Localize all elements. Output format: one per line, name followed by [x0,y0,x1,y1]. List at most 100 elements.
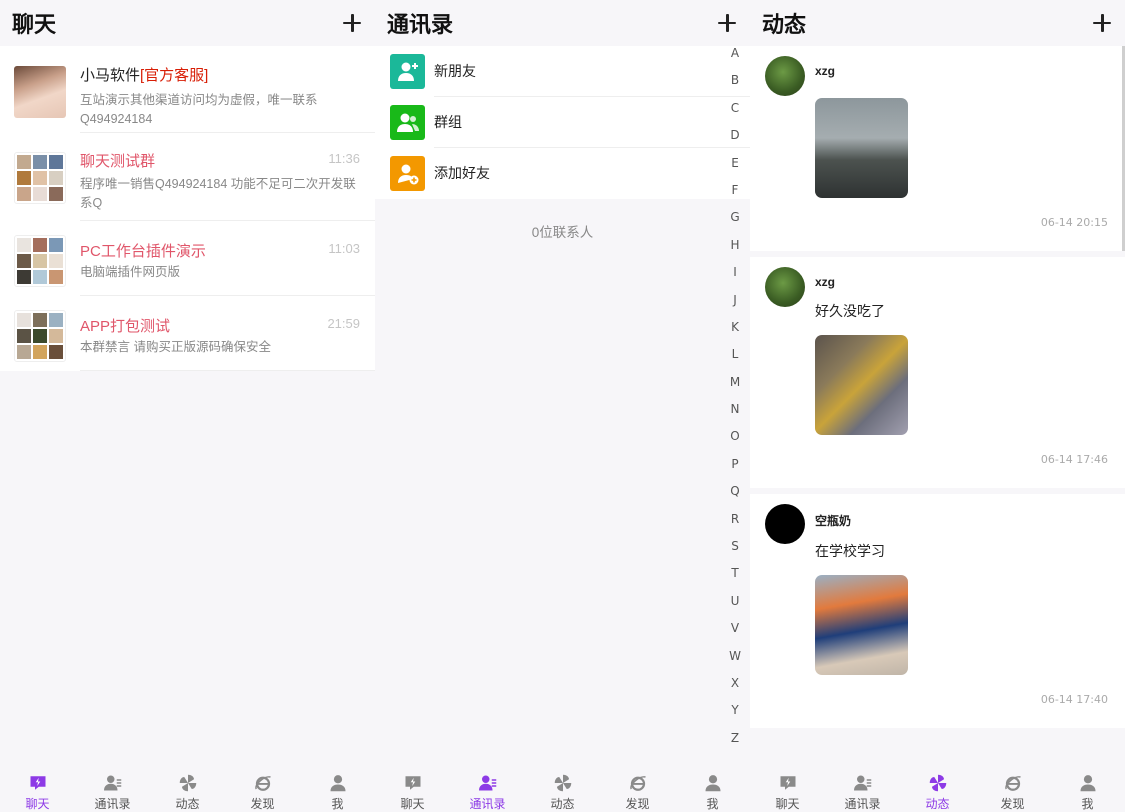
chat-name: 小马软件[官方客服] [80,67,209,84]
post-photo[interactable] [815,335,908,435]
index-letter[interactable]: L [723,347,747,374]
index-letter[interactable]: H [723,238,747,265]
user-icon [705,775,720,792]
index-letter[interactable]: G [723,210,747,237]
index-letter[interactable]: I [723,265,747,292]
chat-list: 小马软件[官方客服] 互站演示其他渠道访问均为虚假，唯一联系Q494924184… [0,46,375,371]
post-photo[interactable] [815,575,908,675]
row-label: 添加好友 [434,165,490,181]
post: xzg 06-14 20:15 [750,46,1125,257]
groups-row[interactable]: 群组 [375,97,750,148]
post-time: 06-14 20:15 [1040,216,1108,229]
tab-me[interactable]: 我 [675,762,750,812]
tab-moments[interactable]: 动态 [900,762,975,812]
contacts-icon [853,775,871,791]
index-letter[interactable]: S [723,539,747,566]
post-author[interactable]: 空瓶奶 [815,494,1125,529]
post-time: 06-14 17:40 [1040,693,1108,706]
chat-preview: 本群禁言 请购买正版源码确保安全 [80,340,271,354]
page-title: 动态 [762,13,807,38]
index-letter[interactable]: R [723,512,747,539]
avatar [14,66,66,118]
index-letter[interactable]: B [723,73,747,100]
tab-contacts[interactable]: 通讯录 [450,762,525,812]
chat-icon [30,776,45,790]
index-letter[interactable]: Q [723,484,747,511]
avatar[interactable] [765,56,805,96]
add-friend-icon [390,156,425,191]
tab-discover[interactable]: 发现 [975,762,1050,812]
moments-screen: 动态 xzg 06-14 20:15 xzg 好久没吃了 06-14 17:46… [750,0,1125,812]
index-letter[interactable]: W [723,649,747,676]
chat-item[interactable]: APP打包测试 21:59 本群禁言 请购买正版源码确保安全 [0,296,375,371]
avatar[interactable] [765,267,805,307]
plus-icon[interactable] [1092,13,1112,33]
index-letter[interactable]: Z [723,731,747,758]
tab-contacts[interactable]: 通讯录 [825,762,900,812]
plus-icon[interactable] [342,13,362,33]
avatar[interactable] [765,504,805,544]
page-title: 聊天 [12,13,57,38]
index-letter[interactable]: V [723,621,747,648]
post-author[interactable]: xzg [815,257,1125,289]
tab-me[interactable]: 我 [300,762,375,812]
add-friend-row[interactable]: 添加好友 [375,148,750,199]
index-letter[interactable]: N [723,402,747,429]
bottom-nav: 聊天 通讯录 动态 发现 我 [0,762,375,812]
page-title: 通讯录 [387,13,454,38]
index-letter[interactable]: C [723,101,747,128]
post-photo[interactable] [815,98,908,198]
index-letter[interactable]: Y [723,703,747,730]
index-letter[interactable]: D [723,128,747,155]
chat-item[interactable]: PC工作台插件演示 11:03 电脑端插件网页版 [0,221,375,296]
chat-item[interactable]: 小马软件[官方客服] 互站演示其他渠道访问均为虚假，唯一联系Q494924184 [0,46,375,133]
chat-header: 聊天 [0,0,375,46]
index-letter[interactable]: P [723,457,747,484]
tab-moments[interactable]: 动态 [525,762,600,812]
index-letter[interactable]: U [723,594,747,621]
post-text: 在学校学习 [815,543,885,559]
contacts-screen: 通讯录 新朋友 群组 添加好友 0位联系人 ABCDEFGHIJKLMNOPQR… [375,0,750,812]
chat-preview: 电脑端插件网页版 [80,265,181,279]
index-letter[interactable]: A [723,46,747,73]
index-letter[interactable]: O [723,429,747,456]
chat-item[interactable]: 聊天测试群 11:36 程序唯一销售Q494924184 功能不足可二次开发联系… [0,133,375,221]
index-letter[interactable]: M [723,375,747,402]
index-letter[interactable]: F [723,183,747,210]
new-friends-row[interactable]: 新朋友 [375,46,750,97]
index-letter[interactable]: J [723,293,747,320]
contact-count: 0位联系人 [531,225,594,240]
contacts-menu: 新朋友 群组 添加好友 [375,46,750,199]
discover-icon [254,776,271,791]
post: 空瓶奶 在学校学习 06-14 17:40 [750,494,1125,734]
index-letter[interactable]: T [723,566,747,593]
user-icon [330,775,345,792]
index-letter[interactable]: E [723,156,747,183]
contacts-icon [103,775,121,791]
user-icon [1080,775,1095,792]
post-time: 06-14 17:46 [1040,453,1108,466]
bottom-nav: 聊天 通讯录 动态 发现 我 [375,762,750,812]
index-letter[interactable]: X [723,676,747,703]
index-letter[interactable]: K [723,320,747,347]
tab-me[interactable]: 我 [1050,762,1125,812]
group-avatar [14,152,66,204]
tab-discover[interactable]: 发现 [600,762,675,812]
post: xzg 好久没吃了 06-14 17:46 [750,257,1125,494]
tab-moments[interactable]: 动态 [150,762,225,812]
pinwheel-icon [179,774,196,792]
chat-time: 11:03 [328,241,360,256]
tab-chat[interactable]: 聊天 [0,762,75,812]
tab-discover[interactable]: 发现 [225,762,300,812]
chat-screen: 聊天 小马软件[官方客服] 互站演示其他渠道访问均为虚假，唯一联系Q494924… [0,0,375,812]
plus-icon[interactable] [717,13,737,33]
tab-contacts[interactable]: 通讯录 [75,762,150,812]
group-icon [390,105,425,140]
alphabet-index[interactable]: ABCDEFGHIJKLMNOPQRSTUVWXYZ [723,46,747,758]
tab-chat[interactable]: 聊天 [750,762,825,812]
tab-chat[interactable]: 聊天 [375,762,450,812]
post-text: 好久没吃了 [815,303,885,319]
pinwheel-icon [554,774,571,792]
chat-preview: 程序唯一销售Q494924184 功能不足可二次开发联系Q [80,177,356,210]
post-author[interactable]: xzg [815,46,1125,78]
